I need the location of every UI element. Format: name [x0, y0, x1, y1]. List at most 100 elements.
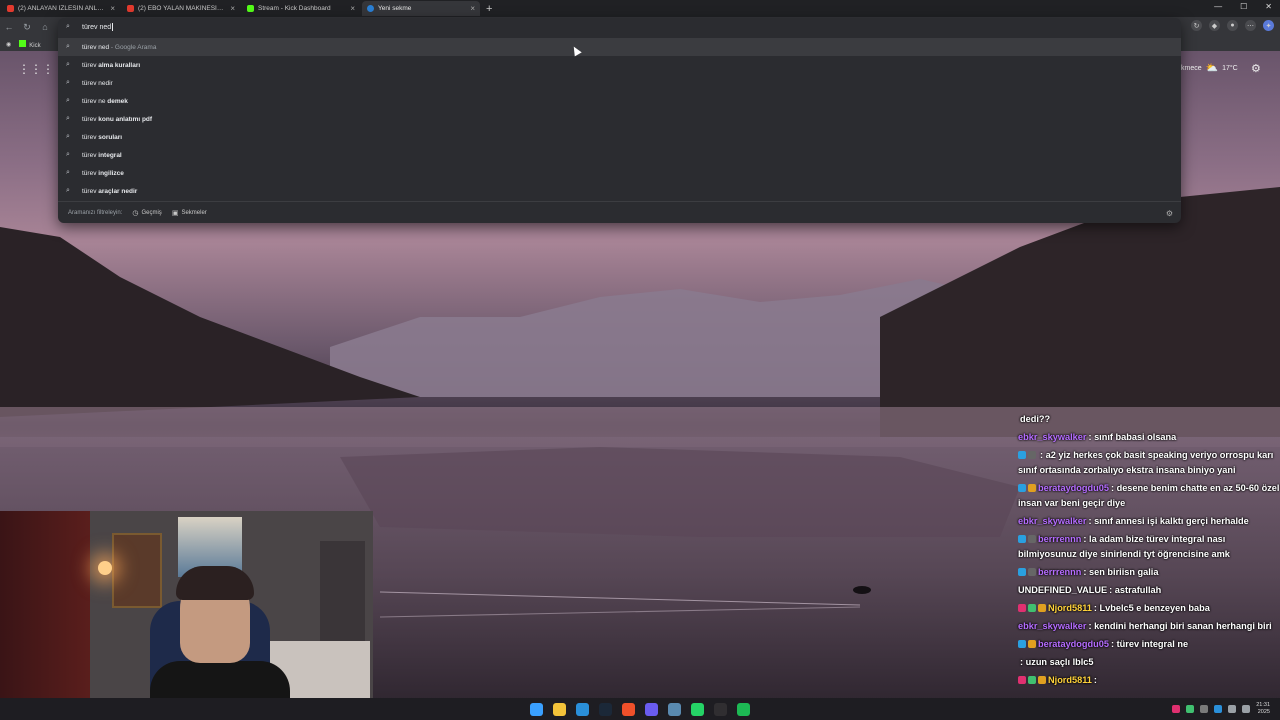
back-arrow-icon[interactable]: ←	[0, 22, 18, 32]
extension-icon[interactable]: ◆	[1209, 20, 1220, 31]
suggestion-list: ⌕ türev ned - Google Arama ⌕ türev alma kur…	[58, 38, 1181, 200]
suggestion-item[interactable]: ⌕ türev alma kuralları	[58, 56, 1181, 74]
chat-username[interactable]: ebkr_skywalker	[1018, 621, 1086, 631]
suggestion-source: - Google Arama	[109, 43, 157, 51]
close-tab-icon[interactable]: ×	[110, 4, 115, 13]
spotify-icon[interactable]	[737, 702, 750, 716]
volume-icon[interactable]	[1242, 705, 1251, 713]
close-tab-icon[interactable]: ×	[350, 4, 355, 13]
suggestion-completion: araçlar nedir	[98, 187, 138, 195]
chat-text: : astrafullah	[1109, 585, 1162, 595]
text-caret	[112, 23, 114, 31]
clock-date: 2025	[1257, 709, 1270, 715]
suggestion-item[interactable]: ⌕ türev nedir	[58, 74, 1181, 92]
chat-text: : türev integral ne	[1110, 639, 1189, 649]
more-menu-icon[interactable]: ⋯	[1245, 20, 1256, 31]
reload-icon[interactable]: ↻	[18, 22, 36, 33]
chat-username[interactable]: berataydogdu05	[1038, 483, 1109, 493]
chat-username[interactable]: berrrennn	[1038, 534, 1081, 544]
search-icon: ⌕	[66, 133, 70, 140]
obs-icon[interactable]	[714, 702, 727, 716]
tab-kick-dashboard[interactable]: Stream - Kick Dashboard ×	[242, 1, 360, 16]
chat-message: ebkr_skywalker: kendini herhangi biri sa…	[1018, 619, 1280, 634]
suggestion-prefix: türev	[82, 187, 99, 195]
tray-app-icon[interactable]	[1200, 705, 1209, 713]
chat-username[interactable]: ebkr_skywalker	[1018, 516, 1086, 526]
tab-title: Stream - Kick Dashboard	[258, 5, 331, 12]
close-tab-icon[interactable]: ×	[470, 4, 475, 13]
close-window-icon[interactable]: ✕	[1265, 2, 1272, 11]
suggestion-item[interactable]: ⌕ türev integral	[58, 146, 1181, 164]
new-tab-plus-icon[interactable]: +	[486, 3, 492, 15]
suggestion-item[interactable]: ⌕ türev soruları	[58, 128, 1181, 146]
suggestion-prefix: türev	[82, 133, 99, 141]
profile-avatar-icon[interactable]: ●	[1227, 20, 1238, 31]
tray-app-icon[interactable]	[1172, 705, 1181, 713]
discord-icon[interactable]	[645, 702, 658, 716]
suggestion-item[interactable]: ⌕ türev ne demek	[58, 92, 1181, 110]
tabs-icon: ▣	[171, 209, 179, 217]
address-bar-input[interactable]: ⌕ türev ned	[58, 18, 1181, 36]
favorites-eye-icon[interactable]: ◉	[6, 41, 11, 48]
whatsapp-icon[interactable]	[691, 702, 704, 716]
settings-icon[interactable]	[668, 702, 681, 716]
chat-username[interactable]: ebkr_skywalker	[1018, 432, 1086, 442]
edge-icon[interactable]	[576, 702, 589, 716]
suggestion-item[interactable]: ⌕ türev ned - Google Arama	[58, 38, 1181, 56]
close-tab-icon[interactable]: ×	[230, 4, 235, 13]
chat-message: : uzun saçlı lblc5	[1018, 655, 1280, 670]
explorer-icon[interactable]	[553, 702, 566, 716]
chat-username[interactable]: Njord5811	[1048, 603, 1092, 613]
chat-username[interactable]: Njord5811	[1048, 675, 1092, 685]
chat-username[interactable]: berrrennn	[1038, 567, 1081, 577]
window-controls: — ☐ ✕	[1214, 2, 1272, 11]
history-filter-chip[interactable]: ◷ Geçmiş	[132, 209, 161, 217]
refresh-extension-icon[interactable]: ↻	[1191, 20, 1202, 31]
chat-username[interactable]: berataydogdu05	[1038, 639, 1109, 649]
system-clock[interactable]: 21:31 2025	[1256, 702, 1270, 716]
chat-message: Njord5811: Lvbelc5 e benzeyen baba	[1018, 601, 1280, 616]
tab-youtube-2[interactable]: (2) EBO YALAN MAKİNESİNDE! l ×	[122, 1, 240, 16]
suggestion-completion: konu anlatımı pdf	[98, 115, 153, 123]
stream-chat-overlay: dedi?? ebkr_skywalker: sınıf babasi olsan…	[1018, 412, 1280, 691]
home-icon[interactable]: ⌂	[36, 22, 54, 32]
minimize-icon[interactable]: —	[1214, 2, 1222, 11]
chat-username[interactable]: UNDEFINED_VALUE	[1018, 585, 1107, 595]
copilot-icon[interactable]: ✦	[1263, 20, 1274, 31]
start-icon[interactable]	[530, 702, 543, 716]
maximize-icon[interactable]: ☐	[1240, 2, 1247, 11]
page-settings-gear-icon[interactable]: ⚙	[1251, 62, 1261, 75]
chat-text: dedi??	[1020, 414, 1051, 424]
weather-widget[interactable]: kmece ⛅ 17°C	[1181, 63, 1238, 74]
wifi-icon[interactable]	[1228, 705, 1237, 713]
suggestion-item[interactable]: ⌕ türev ingilizce	[58, 164, 1181, 182]
tray-app-icon[interactable]	[1186, 705, 1195, 713]
kick-icon	[19, 39, 27, 47]
windows-taskbar	[0, 698, 1280, 720]
chat-badge-icon	[1028, 535, 1036, 543]
chat-message: berrrennn: la adam bize türev integral n…	[1018, 532, 1280, 562]
chat-message: ebkr_skywalker: sınıf annesi işi kalktı …	[1018, 514, 1280, 529]
search-icon: ⌕	[66, 61, 70, 68]
search-icon: ⌕	[66, 23, 70, 30]
kick-icon	[247, 5, 254, 12]
chat-message: berrrennn: sen biriisn galia	[1018, 565, 1280, 580]
suggestion-item[interactable]: ⌕ türev konu anlatımı pdf	[58, 110, 1181, 128]
chat-text: : uzun saçlı lblc5	[1020, 657, 1094, 667]
tray-app-icon[interactable]	[1214, 705, 1223, 713]
tab-new-tab[interactable]: Yeni sekme ×	[362, 1, 480, 16]
brave-icon[interactable]	[622, 702, 635, 716]
favorite-kick[interactable]: Kick	[19, 39, 41, 49]
webcam-portrait-frame	[112, 533, 162, 608]
steam-icon[interactable]	[599, 702, 612, 716]
chat-badge-icon	[1018, 604, 1026, 612]
apps-launcher-icon[interactable]: ⋮⋮⋮	[18, 62, 54, 76]
webcam-shelf	[320, 541, 365, 651]
search-settings-gear-icon[interactable]: ⚙	[1166, 209, 1173, 218]
chat-badge-icon	[1028, 451, 1036, 459]
suggestion-item[interactable]: ⌕ türev araçlar nedir	[58, 182, 1181, 200]
tabs-filter-chip[interactable]: ▣ Sekmeler	[172, 209, 207, 217]
chat-badge-icon	[1038, 676, 1046, 684]
chat-badge-icon	[1018, 568, 1026, 576]
tab-youtube-1[interactable]: (2) ANLAYAN İZLESİN ANLAMAYAN ×	[2, 1, 120, 16]
